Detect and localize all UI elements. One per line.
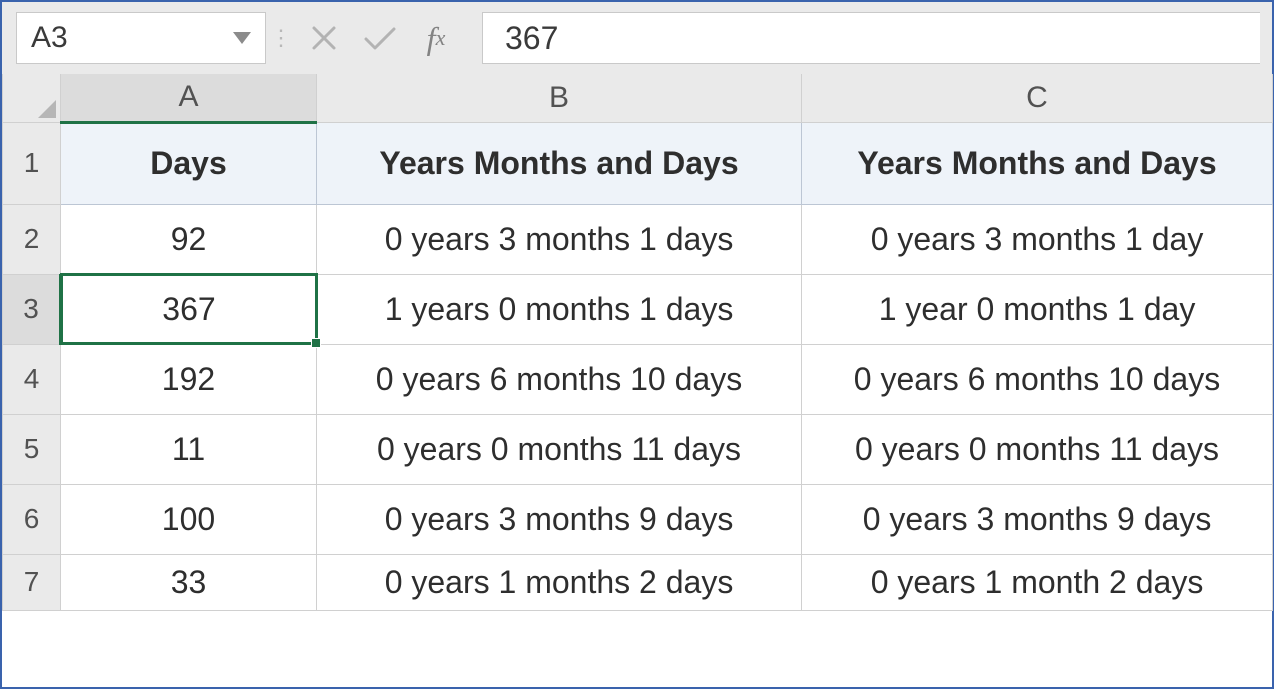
cell[interactable]: 192 [61, 344, 317, 414]
column-header-B[interactable]: B [317, 74, 802, 122]
cell[interactable]: Days [61, 122, 317, 204]
cell[interactable]: 11 [61, 414, 317, 484]
cell[interactable]: 0 years 3 months 1 days [317, 204, 802, 274]
cell[interactable]: 33 [61, 554, 317, 610]
cell[interactable]: Years Months and Days [802, 122, 1273, 204]
cell[interactable]: 1 year 0 months 1 day [802, 274, 1273, 344]
cell[interactable]: 367 [61, 274, 317, 344]
chevron-down-icon[interactable] [233, 32, 251, 44]
formula-bar: A3 ⋮ fx 367 [2, 2, 1272, 74]
cell[interactable]: 0 years 6 months 10 days [802, 344, 1273, 414]
select-all-corner[interactable] [3, 74, 61, 122]
cell[interactable]: 0 years 3 months 9 days [317, 484, 802, 554]
cell[interactable]: 0 years 1 months 2 days [317, 554, 802, 610]
row-header[interactable]: 3 [3, 274, 61, 344]
cancel-icon[interactable] [296, 12, 352, 64]
column-header-A[interactable]: A [61, 74, 317, 122]
cell[interactable]: 0 years 1 month 2 days [802, 554, 1273, 610]
cell[interactable]: 100 [61, 484, 317, 554]
formula-bar-separator: ⋮ [266, 12, 296, 64]
row-header[interactable]: 6 [3, 484, 61, 554]
name-box-value: A3 [31, 21, 68, 55]
row-header[interactable]: 2 [3, 204, 61, 274]
cell[interactable]: 0 years 0 months 11 days [317, 414, 802, 484]
cell[interactable]: 0 years 6 months 10 days [317, 344, 802, 414]
row-header[interactable]: 5 [3, 414, 61, 484]
cell[interactable]: 0 years 0 months 11 days [802, 414, 1273, 484]
cell[interactable]: 0 years 3 months 9 days [802, 484, 1273, 554]
formula-input-value: 367 [505, 20, 558, 57]
cell[interactable]: 1 years 0 months 1 days [317, 274, 802, 344]
cell[interactable]: 0 years 3 months 1 day [802, 204, 1273, 274]
cell[interactable]: 92 [61, 204, 317, 274]
spreadsheet-grid[interactable]: A B C 1 Days Years Months and Days Years… [2, 74, 1272, 687]
name-box[interactable]: A3 [16, 12, 266, 64]
row-header[interactable]: 1 [3, 122, 61, 204]
formula-input[interactable]: 367 [482, 12, 1260, 64]
cell[interactable]: Years Months and Days [317, 122, 802, 204]
insert-function-icon[interactable]: fx [408, 12, 464, 64]
enter-icon[interactable] [352, 12, 408, 64]
column-header-C[interactable]: C [802, 74, 1273, 122]
row-header[interactable]: 4 [3, 344, 61, 414]
row-header[interactable]: 7 [3, 554, 61, 610]
